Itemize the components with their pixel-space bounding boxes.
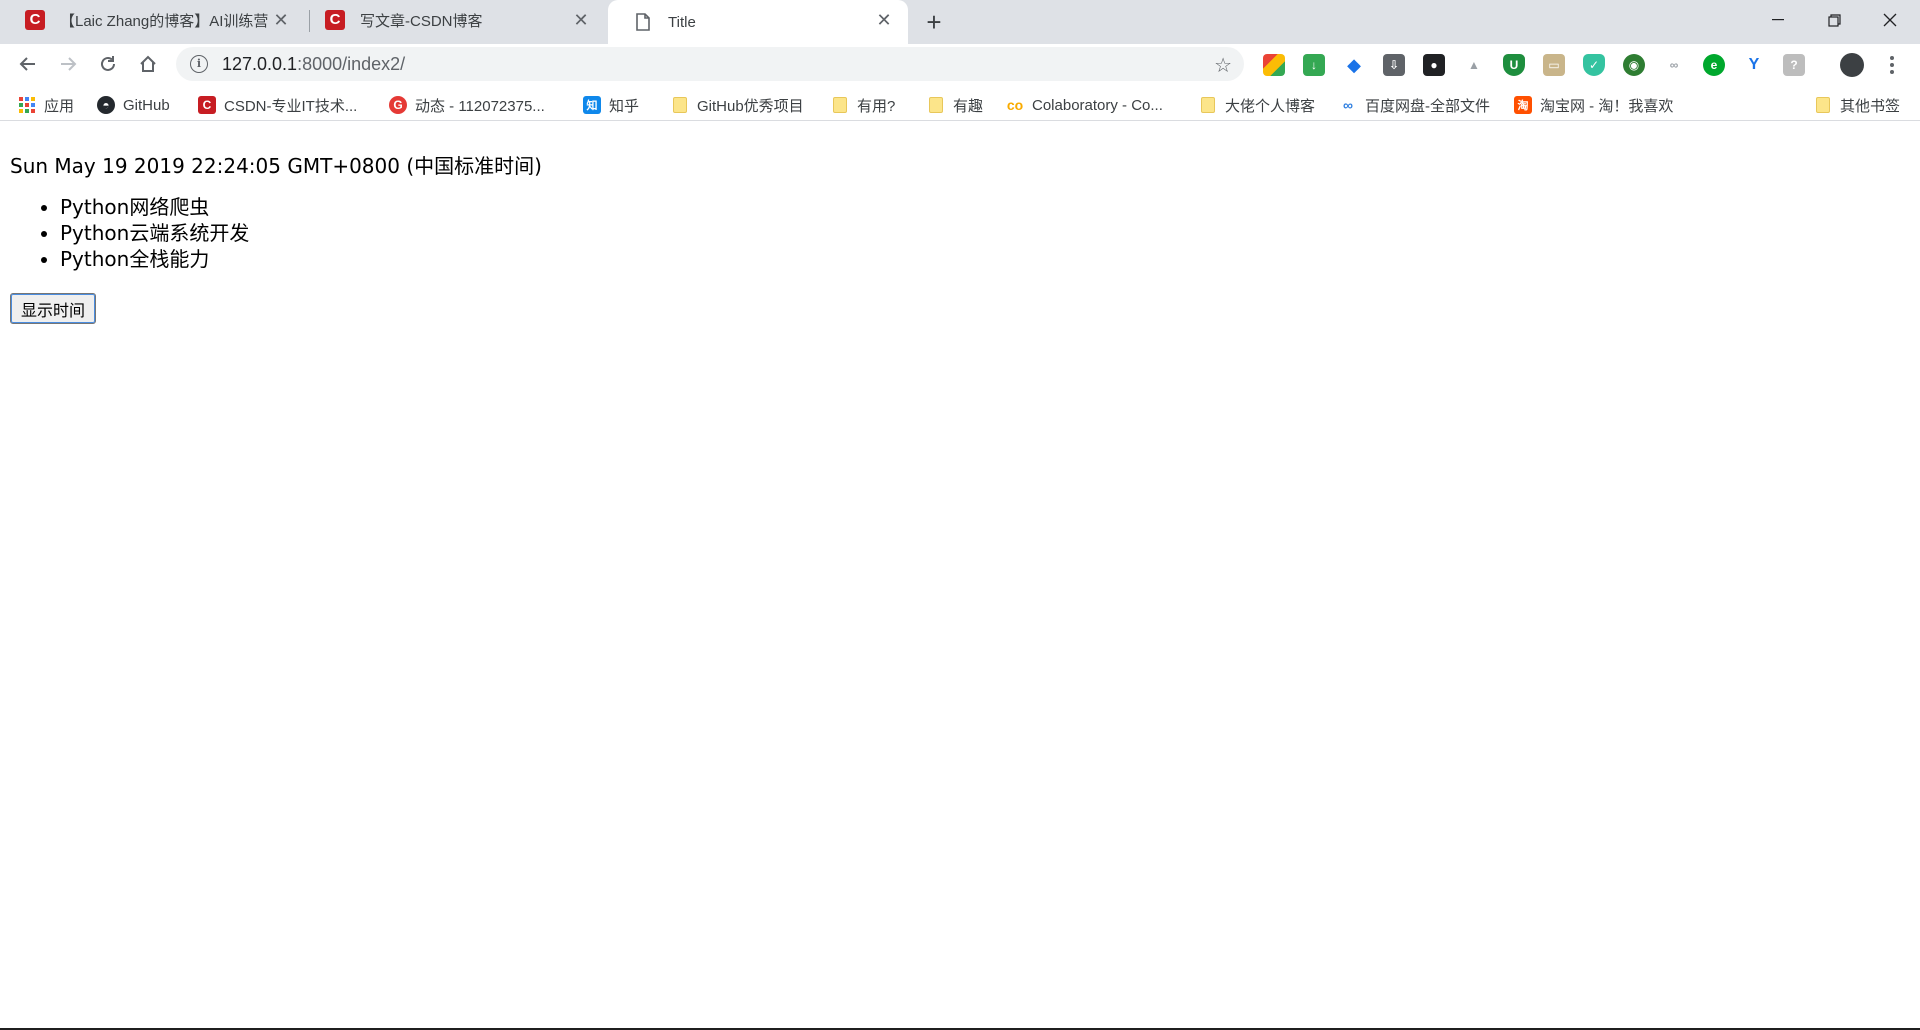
colab-icon: co — [1006, 97, 1024, 113]
close-icon[interactable]: ✕ — [271, 10, 291, 30]
minimize-button[interactable] — [1750, 0, 1806, 40]
bookmark-taobao[interactable]: 淘 淘宝网 - 淘！我喜欢 — [1514, 94, 1673, 116]
extension-link-icon[interactable]: ∞ — [1663, 54, 1685, 76]
browser-menu-button[interactable] — [1884, 50, 1900, 80]
profile-avatar[interactable] — [1840, 53, 1864, 77]
tab-strip: C 【Laic Zhang的博客】AI训练营 ✕ C 写文章-CSDN博客 ✕ … — [0, 0, 1920, 44]
tab-write-article[interactable]: C 写文章-CSDN博客 ✕ — [300, 0, 605, 40]
address-bar[interactable]: i 127.0.0.1:8000/index2/ ☆ — [176, 47, 1244, 81]
bookmark-apps[interactable]: 应用 — [18, 94, 74, 116]
taobao-icon: 淘 — [1514, 96, 1532, 114]
list-item: Python云端系统开发 — [60, 220, 249, 246]
bookmark-label: 淘宝网 - 淘！我喜欢 — [1540, 97, 1674, 115]
site-info-icon[interactable]: i — [190, 55, 208, 73]
bookmark-label: 百度网盘-全部文件 — [1365, 97, 1490, 115]
close-icon[interactable]: ✕ — [874, 10, 894, 30]
bookmark-folder-github-projects[interactable]: GitHub优秀项目 — [671, 94, 804, 116]
list-item: Python网络爬虫 — [60, 194, 249, 220]
bookmark-label: 知乎 — [609, 97, 640, 115]
list-item: Python全栈能力 — [60, 246, 249, 272]
extension-blue-cap-icon[interactable]: ◆ — [1343, 54, 1365, 76]
bookmarks-bar: 应用 ◓ GitHub C CSDN-专业IT技术... G 动态 - 1120… — [0, 88, 1920, 121]
bookmark-label: 其他书签 — [1840, 97, 1901, 115]
back-arrow-icon — [19, 57, 35, 71]
forward-button[interactable] — [52, 48, 84, 80]
extension-colorful-icon[interactable] — [1263, 54, 1285, 76]
apps-grid-icon — [18, 96, 36, 114]
bookmark-label: GitHub — [123, 96, 170, 114]
tab-title: 【Laic Zhang的博客】AI训练营 — [60, 12, 269, 30]
tab-title: Title — [668, 13, 696, 31]
course-list: Python网络爬虫 Python云端系统开发 Python全栈能力 — [10, 194, 249, 272]
home-icon — [140, 55, 156, 72]
tab-title-active[interactable]: Title ✕ — [608, 0, 908, 44]
bookmark-csdn[interactable]: C CSDN-专业IT技术... — [198, 94, 357, 116]
back-button[interactable] — [12, 48, 44, 80]
baidu-pan-icon: ∞ — [1343, 97, 1353, 113]
bookmark-label: Colaboratory - Co... — [1032, 96, 1163, 114]
document-icon — [632, 11, 654, 33]
extension-evernote-icon[interactable]: e — [1703, 54, 1725, 76]
forward-arrow-icon — [61, 57, 77, 71]
home-button[interactable] — [132, 48, 164, 80]
close-window-button[interactable] — [1862, 0, 1918, 40]
extension-green-shield-icon[interactable]: ✓ — [1583, 54, 1605, 76]
g-circle-icon: G — [389, 96, 407, 114]
bookmark-dynamic[interactable]: G 动态 - 112072375... — [389, 94, 545, 116]
new-tab-button[interactable]: + — [918, 6, 950, 38]
bookmark-label: GitHub优秀项目 — [697, 97, 804, 115]
folder-icon — [1199, 96, 1217, 114]
reload-button[interactable] — [92, 48, 124, 80]
extension-tampermonkey-icon[interactable]: ● — [1423, 54, 1445, 76]
extension-image-icon[interactable]: ▭ — [1543, 54, 1565, 76]
extension-download-icon[interactable]: ⇩ — [1383, 54, 1405, 76]
extension-globe-icon[interactable]: ◉ — [1623, 54, 1645, 76]
folder-icon — [927, 96, 945, 114]
folder-icon — [1814, 96, 1832, 114]
extension-grey-icon[interactable]: ▲ — [1463, 54, 1485, 76]
bookmark-other-bookmarks[interactable]: 其他书签 — [1814, 94, 1900, 116]
bookmark-colab[interactable]: co Colaboratory - Co... — [1006, 94, 1163, 116]
zhihu-icon: 知 — [583, 96, 601, 114]
csdn-logo-icon: C — [198, 96, 216, 114]
extension-download-green-icon[interactable]: ↓ — [1303, 54, 1325, 76]
page-content: Sun May 19 2019 22:24:05 GMT+0800 (中国标准时… — [0, 130, 1920, 1030]
bookmark-baidu-pan[interactable]: ∞ 百度网盘-全部文件 — [1339, 94, 1490, 116]
tab-laic-zhang-blog[interactable]: C 【Laic Zhang的博客】AI训练营 ✕ — [0, 0, 305, 40]
extension-y-icon[interactable]: Y — [1743, 54, 1765, 76]
bookmark-label: 有趣 — [953, 97, 984, 115]
bookmark-label: CSDN-专业IT技术... — [224, 97, 358, 115]
github-icon: ◓ — [97, 96, 115, 114]
url-text[interactable]: 127.0.0.1:8000/index2/ — [222, 54, 405, 75]
bookmark-zhihu[interactable]: 知 知乎 — [583, 94, 639, 116]
bookmark-label: 大佬个人博客 — [1225, 97, 1316, 115]
bookmark-label: 应用 — [44, 97, 75, 115]
csdn-logo-icon: C — [324, 9, 346, 31]
bookmark-github[interactable]: ◓ GitHub — [97, 94, 170, 116]
extension-shield-icon[interactable]: U — [1503, 54, 1525, 76]
close-icon[interactable]: ✕ — [571, 10, 591, 30]
bookmark-label: 有用? — [857, 97, 896, 115]
show-time-button[interactable]: 显示时间 — [10, 293, 96, 324]
tab-title: 写文章-CSDN博客 — [360, 12, 483, 30]
bookmark-folder-useful[interactable]: 有用? — [831, 94, 895, 116]
reload-icon — [101, 56, 115, 71]
folder-icon — [831, 96, 849, 114]
folder-icon — [671, 96, 689, 114]
current-time-text: Sun May 19 2019 22:24:05 GMT+0800 (中国标准时… — [10, 154, 542, 178]
bookmark-folder-blogs[interactable]: 大佬个人博客 — [1199, 94, 1315, 116]
restore-button[interactable] — [1806, 0, 1862, 40]
bookmark-star-icon[interactable]: ☆ — [1214, 53, 1232, 78]
extension-grey-square-icon[interactable]: ? — [1783, 54, 1805, 76]
bookmark-folder-fun[interactable]: 有趣 — [927, 94, 983, 116]
csdn-logo-icon: C — [24, 9, 46, 31]
bookmark-label: 动态 - 112072375... — [415, 97, 545, 115]
